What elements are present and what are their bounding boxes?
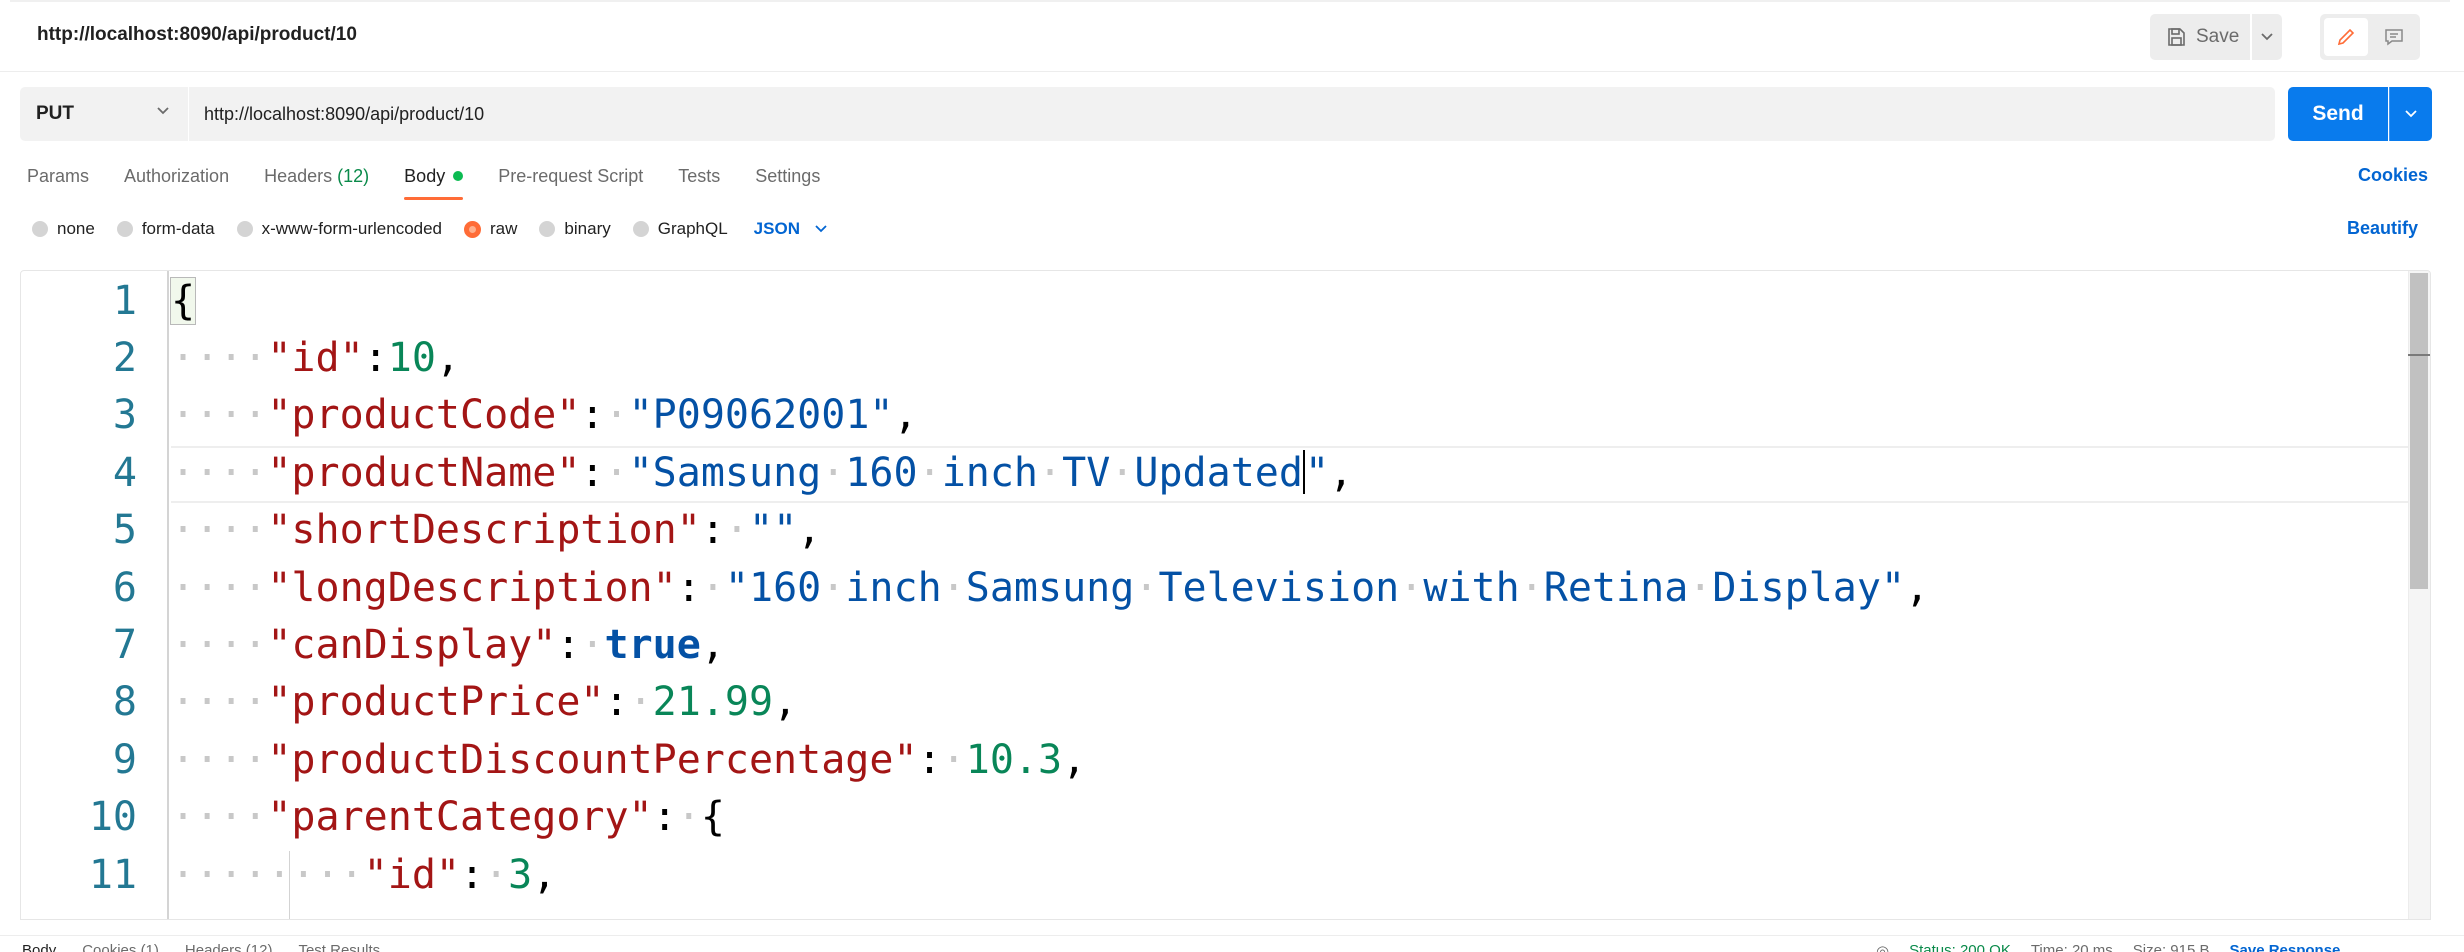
radio-form-data[interactable]: form-data xyxy=(116,219,215,239)
save-response-button[interactable]: Save Response xyxy=(2230,942,2341,952)
body-indicator-dot xyxy=(453,171,464,181)
tab-settings[interactable]: Settings xyxy=(755,160,820,200)
line-number: 6 xyxy=(112,565,137,611)
radio-label: form-data xyxy=(141,219,215,238)
code-line[interactable]: ····"id":10, xyxy=(171,330,460,387)
radio-circle xyxy=(236,221,253,237)
comments-button[interactable] xyxy=(2372,18,2416,56)
tab-label: Params xyxy=(27,166,90,186)
line-number: 3 xyxy=(112,392,137,438)
response-tab-test-results[interactable]: Test Results xyxy=(298,942,380,952)
tab-label: Tests xyxy=(678,166,721,186)
tab-authorization[interactable]: Authorization xyxy=(124,160,229,200)
scrollbar-marker xyxy=(2408,354,2430,356)
code-line[interactable]: ····"longDescription":·"160·inch·Samsung… xyxy=(171,560,1929,617)
radio-label: raw xyxy=(490,219,518,238)
chevron-down-icon xyxy=(2261,33,2273,41)
tab-label: Authorization xyxy=(124,166,230,186)
request-tabs: Params Authorization Headers (12) Body P… xyxy=(27,160,855,200)
tab-body[interactable]: Body xyxy=(404,160,464,200)
code-line[interactable]: ····"productName":·"Samsung·160·inch·TV·… xyxy=(171,445,1353,502)
headers-count: (12) xyxy=(337,166,370,186)
radio-label: x-www-form-urlencoded xyxy=(261,219,443,238)
tab-pre-request-script[interactable]: Pre-request Script xyxy=(498,160,643,200)
tab-tests[interactable]: Tests xyxy=(678,160,720,200)
tab-label: Headers xyxy=(264,166,333,186)
tab-label: Settings xyxy=(755,166,821,186)
radio-circle xyxy=(539,221,556,237)
response-bar: Body Cookies (1) Headers (12) Test Resul… xyxy=(0,935,2464,952)
code-line[interactable]: { xyxy=(169,273,197,330)
line-number: 8 xyxy=(112,679,137,725)
line-number-gutter: 1 2 3 4 5 6 7 8 9 10 11 xyxy=(21,271,169,919)
url-input[interactable]: http://localhost:8090/api/product/10 xyxy=(189,87,2275,141)
format-select[interactable]: JSON xyxy=(754,219,828,239)
response-tabs: Body Cookies (1) Headers (12) Test Resul… xyxy=(22,942,380,952)
line-number: 10 xyxy=(88,794,137,840)
tab-headers[interactable]: Headers (12) xyxy=(264,160,369,200)
request-header: http://localhost:8090/api/product/10 Sav… xyxy=(0,0,2464,72)
response-status: ◎ Status: 200 OK Time: 20 ms Size: 915 B… xyxy=(1876,942,2340,952)
request-title[interactable]: http://localhost:8090/api/product/10 xyxy=(37,24,357,46)
radio-circle-selected xyxy=(464,220,482,238)
chevron-down-icon xyxy=(815,225,827,233)
code-line[interactable]: ····"parentCategory":·{ xyxy=(171,789,725,846)
save-icon xyxy=(2168,28,2185,46)
save-options-button[interactable] xyxy=(2252,14,2282,60)
code-line[interactable]: ····"productCode":·"P09062001", xyxy=(171,387,918,444)
radio-x-www-form-urlencoded[interactable]: x-www-form-urlencoded xyxy=(236,219,443,239)
code-line[interactable]: ····"productPrice":·21.99, xyxy=(171,674,797,731)
response-size: Size: 915 B xyxy=(2132,942,2210,952)
code-line[interactable]: ········"id":·3, xyxy=(171,847,556,904)
comment-icon xyxy=(2385,29,2403,46)
line-number: 11 xyxy=(88,852,137,898)
code-line[interactable]: ····"shortDescription":·"", xyxy=(171,502,821,559)
radio-label: binary xyxy=(564,219,611,238)
radio-label: none xyxy=(57,219,95,238)
save-button[interactable]: Save xyxy=(2150,14,2250,60)
radio-none[interactable]: none xyxy=(32,219,95,239)
response-time: Time: 20 ms xyxy=(2030,942,2113,952)
code-line[interactable]: ····"canDisplay":·true, xyxy=(171,617,725,674)
send-button[interactable]: Send xyxy=(2288,87,2388,141)
tab-params[interactable]: Params xyxy=(27,160,89,200)
line-number: 1 xyxy=(112,278,137,324)
body-type-selector: none form-data x-www-form-urlencoded raw… xyxy=(32,216,828,242)
top-divider xyxy=(10,0,2450,2)
send-options-button[interactable] xyxy=(2389,87,2432,141)
response-tab-body[interactable]: Body xyxy=(22,942,56,952)
line-number: 5 xyxy=(112,507,137,553)
save-label: Save xyxy=(2196,26,2240,47)
radio-binary[interactable]: binary xyxy=(539,219,611,239)
radio-circle xyxy=(632,221,649,237)
radio-circle xyxy=(32,221,48,237)
scrollbar-thumb[interactable] xyxy=(2410,273,2428,589)
pencil-icon xyxy=(2337,28,2355,46)
method-label: PUT xyxy=(36,103,74,124)
radio-circle xyxy=(116,221,133,237)
method-select[interactable]: PUT xyxy=(20,87,188,141)
chevron-down-icon xyxy=(2405,110,2417,118)
line-number: 9 xyxy=(112,737,137,783)
tab-label: Pre-request Script xyxy=(498,166,644,186)
edit-mode-button[interactable] xyxy=(2324,18,2368,56)
editor-scrollbar[interactable] xyxy=(2408,271,2430,919)
radio-graphql[interactable]: GraphQL xyxy=(632,219,728,239)
line-number: 4 xyxy=(112,450,137,496)
line-number: 7 xyxy=(112,622,137,668)
chevron-down-icon xyxy=(157,107,169,115)
cookies-link[interactable]: Cookies xyxy=(2358,165,2428,186)
format-label: JSON xyxy=(753,219,800,238)
status-code: Status: 200 OK xyxy=(1909,942,2011,952)
code-editor[interactable]: 1 2 3 4 5 6 7 8 9 10 11 {····"id":10, ···… xyxy=(20,270,2431,920)
tab-label: Body xyxy=(404,166,446,186)
globe-icon: ◎ xyxy=(1876,943,1890,952)
code-line[interactable]: ····"productDiscountPercentage":·10.3, xyxy=(171,732,1086,789)
beautify-link[interactable]: Beautify xyxy=(2347,218,2418,239)
line-number: 2 xyxy=(112,335,137,381)
response-tab-cookies[interactable]: Cookies (1) xyxy=(82,942,159,952)
radio-raw[interactable]: raw xyxy=(464,219,517,239)
radio-label: GraphQL xyxy=(657,219,728,238)
response-tab-headers[interactable]: Headers (12) xyxy=(185,942,273,952)
